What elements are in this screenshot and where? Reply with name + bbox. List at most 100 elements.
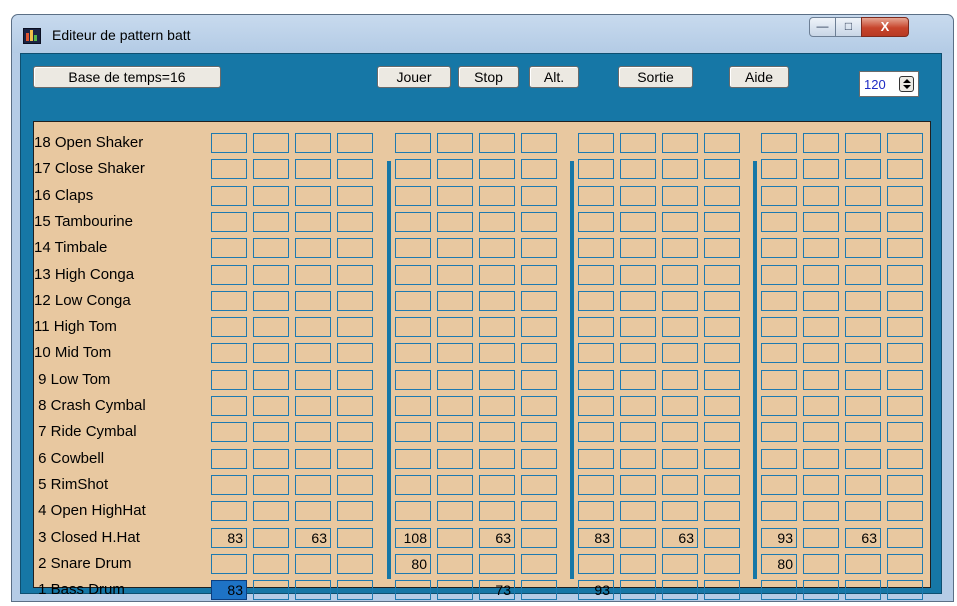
pattern-cell[interactable] — [437, 396, 473, 416]
pattern-cell[interactable] — [761, 265, 797, 285]
pattern-cell[interactable] — [578, 422, 614, 442]
pattern-cell[interactable] — [395, 370, 431, 390]
pattern-cell[interactable] — [704, 186, 740, 206]
pattern-cell[interactable] — [704, 580, 740, 600]
pattern-cell[interactable] — [662, 554, 698, 574]
pattern-cell[interactable] — [521, 133, 557, 153]
pattern-cell[interactable] — [662, 317, 698, 337]
pattern-cell[interactable] — [295, 449, 331, 469]
instrument-label[interactable]: 8 Crash Cymbal — [34, 396, 146, 416]
pattern-cell[interactable] — [211, 343, 247, 363]
pattern-cell[interactable] — [620, 133, 656, 153]
pattern-cell[interactable] — [253, 343, 289, 363]
pattern-cell[interactable] — [521, 370, 557, 390]
pattern-cell[interactable] — [845, 133, 881, 153]
pattern-cell[interactable]: 93 — [761, 528, 797, 548]
pattern-cell[interactable] — [845, 317, 881, 337]
pattern-cell[interactable] — [521, 449, 557, 469]
pattern-cell[interactable] — [479, 133, 515, 153]
pattern-cell[interactable] — [211, 317, 247, 337]
instrument-label[interactable]: 7 Ride Cymbal — [34, 422, 136, 442]
pattern-cell[interactable] — [845, 422, 881, 442]
instrument-label[interactable]: 13 High Conga — [34, 265, 134, 285]
pattern-cell[interactable] — [704, 343, 740, 363]
pattern-cell[interactable] — [620, 396, 656, 416]
pattern-cell[interactable]: 73 — [479, 580, 515, 600]
pattern-cell[interactable] — [704, 449, 740, 469]
pattern-cell[interactable] — [620, 238, 656, 258]
pattern-cell[interactable] — [761, 238, 797, 258]
pattern-cell[interactable] — [337, 501, 373, 521]
pattern-cell[interactable] — [620, 580, 656, 600]
pattern-cell[interactable] — [662, 265, 698, 285]
pattern-cell[interactable] — [479, 554, 515, 574]
pattern-cell[interactable] — [761, 343, 797, 363]
pattern-cell[interactable] — [578, 265, 614, 285]
pattern-cell[interactable] — [253, 475, 289, 495]
pattern-cell[interactable] — [395, 422, 431, 442]
pattern-cell[interactable] — [887, 554, 923, 574]
pattern-cell[interactable] — [662, 291, 698, 311]
pattern-cell[interactable] — [761, 317, 797, 337]
pattern-cell[interactable]: 93 — [578, 580, 614, 600]
pattern-cell[interactable] — [887, 475, 923, 495]
pattern-cell[interactable] — [662, 396, 698, 416]
pattern-cell[interactable] — [437, 449, 473, 469]
pattern-cell[interactable] — [295, 317, 331, 337]
pattern-cell[interactable] — [845, 343, 881, 363]
pattern-cell[interactable] — [395, 238, 431, 258]
pattern-cell[interactable] — [761, 186, 797, 206]
pattern-cell[interactable] — [295, 554, 331, 574]
pattern-cell[interactable] — [620, 528, 656, 548]
pattern-cell[interactable] — [253, 554, 289, 574]
pattern-cell[interactable] — [620, 265, 656, 285]
pattern-cell[interactable] — [887, 528, 923, 548]
pattern-cell[interactable] — [337, 475, 373, 495]
pattern-cell[interactable] — [337, 528, 373, 548]
pattern-cell[interactable] — [845, 396, 881, 416]
pattern-cell[interactable] — [620, 212, 656, 232]
pattern-cell[interactable] — [578, 370, 614, 390]
pattern-cell[interactable] — [253, 238, 289, 258]
pattern-cell[interactable] — [437, 317, 473, 337]
help-button[interactable]: Aide — [729, 66, 789, 88]
pattern-cell[interactable] — [845, 212, 881, 232]
pattern-cell[interactable] — [845, 580, 881, 600]
pattern-cell[interactable] — [845, 475, 881, 495]
pattern-cell[interactable] — [437, 159, 473, 179]
instrument-label[interactable]: 10 Mid Tom — [34, 343, 111, 363]
timebase-button[interactable]: Base de temps=16 — [33, 66, 221, 88]
pattern-cell[interactable] — [211, 422, 247, 442]
pattern-cell[interactable] — [803, 528, 839, 548]
pattern-cell[interactable] — [887, 449, 923, 469]
pattern-cell[interactable]: 80 — [761, 554, 797, 574]
pattern-cell[interactable] — [887, 238, 923, 258]
pattern-cell[interactable] — [211, 475, 247, 495]
pattern-cell[interactable] — [395, 133, 431, 153]
pattern-cell[interactable] — [437, 370, 473, 390]
pattern-cell[interactable] — [479, 370, 515, 390]
pattern-cell[interactable] — [887, 212, 923, 232]
title-bar[interactable]: Editeur de pattern batt — □ X — [12, 15, 953, 53]
instrument-label[interactable]: 5 RimShot — [34, 475, 108, 495]
pattern-cell[interactable] — [253, 159, 289, 179]
pattern-cell[interactable] — [803, 238, 839, 258]
pattern-cell[interactable] — [803, 212, 839, 232]
pattern-cell[interactable]: 83 — [578, 528, 614, 548]
pattern-cell[interactable] — [253, 528, 289, 548]
pattern-cell[interactable] — [295, 212, 331, 232]
pattern-cell[interactable] — [887, 133, 923, 153]
pattern-cell[interactable] — [395, 343, 431, 363]
pattern-cell[interactable] — [253, 580, 289, 600]
pattern-cell[interactable] — [761, 422, 797, 442]
pattern-cell[interactable] — [761, 159, 797, 179]
pattern-cell[interactable] — [803, 317, 839, 337]
pattern-cell[interactable] — [845, 554, 881, 574]
pattern-cell[interactable] — [295, 186, 331, 206]
pattern-cell[interactable] — [395, 475, 431, 495]
pattern-cell[interactable] — [803, 186, 839, 206]
pattern-cell[interactable] — [704, 159, 740, 179]
pattern-cell[interactable] — [437, 238, 473, 258]
stop-button[interactable]: Stop — [458, 66, 519, 88]
pattern-cell[interactable] — [479, 501, 515, 521]
